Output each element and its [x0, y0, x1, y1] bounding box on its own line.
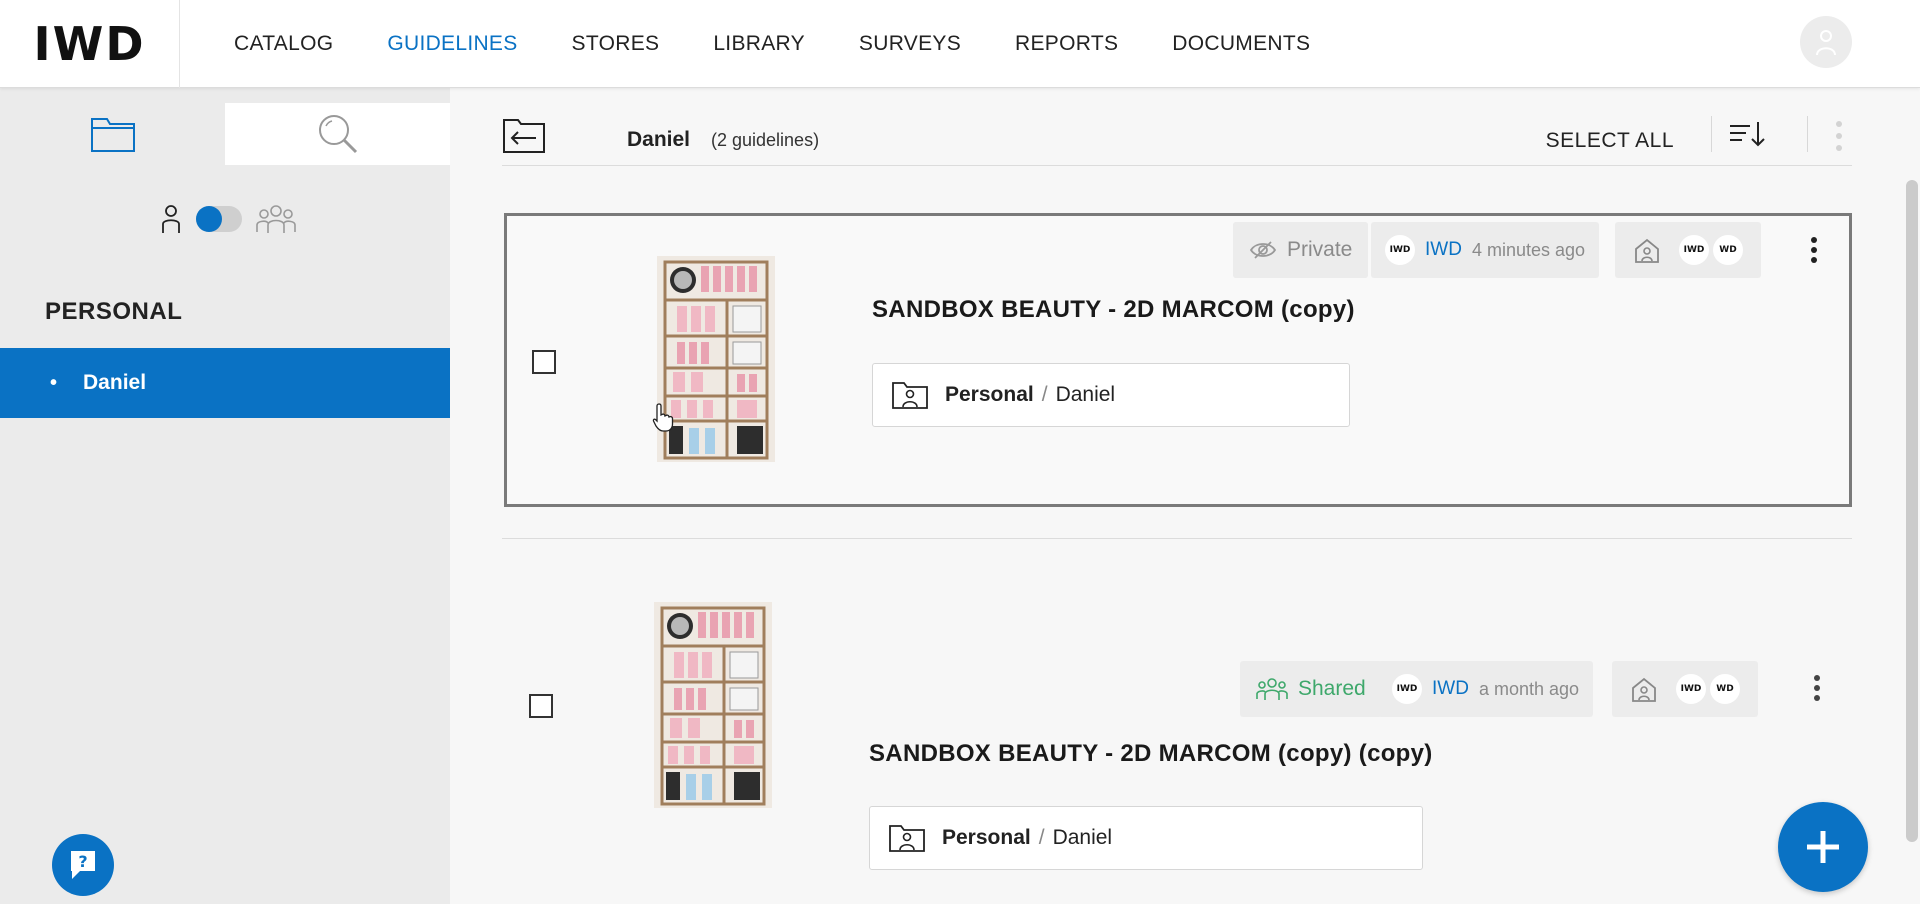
vertical-scrollbar[interactable] — [1906, 180, 1918, 842]
nav-documents[interactable]: DOCUMENTS — [1172, 32, 1310, 56]
folder-icon — [90, 118, 135, 152]
top-navigation-bar: IWD CATALOG GUIDELINES STORES LIBRARY SU… — [0, 0, 1920, 88]
personal-folder-icon — [892, 382, 928, 409]
scope-toggle-row — [160, 204, 296, 234]
guideline-card[interactable]: Private IWD IWD 4 minutes ago IWD WD SAN… — [504, 213, 1852, 507]
folder-path[interactable]: Personal / Daniel — [872, 363, 1350, 427]
divider — [1711, 116, 1712, 152]
guideline-thumbnail[interactable] — [654, 602, 772, 808]
user-avatar[interactable] — [1800, 16, 1852, 68]
owner-name[interactable]: IWD — [1425, 239, 1462, 261]
hand-cursor-icon — [652, 403, 674, 432]
person-icon — [162, 205, 180, 233]
nav-library[interactable]: LIBRARY — [713, 32, 805, 56]
folder-name: Daniel — [627, 128, 691, 151]
nav-reports[interactable]: REPORTS — [1015, 32, 1118, 56]
owner-logo: IWD — [1392, 674, 1422, 704]
tab-folders[interactable] — [0, 103, 225, 165]
personal-folder-icon — [889, 825, 925, 852]
shelf-display-image — [654, 602, 772, 808]
help-chat-button[interactable]: ? — [52, 834, 114, 896]
logo-text: IWD — [33, 17, 146, 71]
select-checkbox[interactable] — [529, 694, 553, 718]
add-guideline-button[interactable] — [1778, 802, 1868, 892]
main-nav: CATALOG GUIDELINES STORES LIBRARY SURVEY… — [234, 0, 1364, 88]
svg-text:?: ? — [78, 852, 87, 871]
sort-icon[interactable] — [1728, 120, 1768, 148]
nav-guidelines[interactable]: GUIDELINES — [387, 32, 517, 56]
store-logo: IWD — [1679, 235, 1709, 265]
modified-time: a month ago — [1478, 678, 1580, 699]
sidebar-item-daniel[interactable]: • Daniel — [0, 348, 450, 418]
back-folder-icon[interactable] — [502, 114, 546, 154]
personal-shared-toggle[interactable] — [196, 206, 242, 232]
eye-slash-icon — [1249, 241, 1277, 259]
visibility-badge-inner: Private — [1233, 222, 1369, 278]
toggle-knob — [196, 206, 222, 232]
group-icon — [256, 205, 296, 233]
folder-header: Daniel (2 guidelines) SELECT ALL — [502, 106, 1852, 166]
main-content: Daniel (2 guidelines) SELECT ALL Private… — [450, 88, 1920, 904]
guideline-count: (2 guidelines) — [711, 130, 820, 150]
card-menu-icon[interactable] — [1812, 674, 1822, 702]
guideline-card[interactable]: Shared IWD IWD a month ago IWD WD SANDBO… — [504, 568, 1852, 870]
sidebar-item-label: Daniel — [83, 371, 147, 394]
store-icon — [1635, 238, 1659, 263]
store-logo: WD — [1710, 674, 1740, 704]
guideline-thumbnail[interactable] — [657, 256, 775, 462]
store-logo: WD — [1713, 235, 1743, 265]
stores-badge[interactable]: IWD WD — [1612, 661, 1758, 717]
visibility-badge[interactable]: Private — [1233, 222, 1369, 278]
sidebar-tabs — [0, 103, 450, 165]
nav-stores[interactable]: STORES — [572, 32, 660, 56]
sidebar: PERSONAL • Daniel ? — [0, 88, 450, 904]
stores-badge[interactable]: IWD WD — [1615, 222, 1761, 278]
owner-logo: IWD — [1385, 235, 1415, 265]
more-options-icon[interactable] — [1834, 118, 1844, 154]
modified-time: 4 minutes ago — [1471, 239, 1586, 260]
path-root: Personal — [942, 826, 1031, 849]
divider — [1807, 116, 1808, 152]
help-chat-icon: ? — [71, 851, 95, 879]
bullet-icon: • — [50, 371, 58, 394]
nav-catalog[interactable]: CATALOG — [234, 32, 333, 56]
folder-path[interactable]: Personal / Daniel — [869, 806, 1423, 870]
path-separator: / — [1038, 826, 1045, 849]
visibility-label: Private — [1287, 238, 1353, 261]
row-divider — [502, 538, 1852, 539]
owner-badge: IWD IWD a month ago — [1378, 661, 1594, 717]
search-icon — [318, 115, 357, 154]
select-checkbox[interactable] — [532, 350, 556, 374]
shared-group-icon — [1256, 678, 1288, 700]
plus-icon — [1807, 831, 1839, 863]
nav-surveys[interactable]: SURVEYS — [859, 32, 961, 56]
section-title-personal: PERSONAL — [45, 298, 183, 325]
path-leaf: Daniel — [1055, 383, 1116, 406]
guideline-title[interactable]: SANDBOX BEAUTY - 2D MARCOM (copy) — [872, 296, 1355, 324]
select-all-button[interactable]: SELECT ALL — [1546, 129, 1674, 153]
iwd-logo[interactable]: IWD — [0, 0, 180, 88]
tab-search[interactable] — [225, 103, 450, 165]
visibility-badge[interactable]: Shared — [1240, 661, 1382, 717]
path-leaf: Daniel — [1052, 826, 1113, 849]
card-menu-icon[interactable] — [1809, 236, 1819, 264]
owner-name[interactable]: IWD — [1432, 678, 1469, 700]
store-logo: IWD — [1676, 674, 1706, 704]
path-separator: / — [1041, 383, 1048, 406]
shelf-display-image — [657, 256, 775, 462]
path-root: Personal — [945, 383, 1034, 406]
user-icon — [1816, 30, 1836, 56]
guideline-title[interactable]: SANDBOX BEAUTY - 2D MARCOM (copy) (copy) — [869, 740, 1433, 768]
owner-badge: IWD IWD 4 minutes ago — [1371, 222, 1600, 278]
visibility-label: Shared — [1298, 677, 1366, 700]
store-icon — [1632, 677, 1656, 702]
